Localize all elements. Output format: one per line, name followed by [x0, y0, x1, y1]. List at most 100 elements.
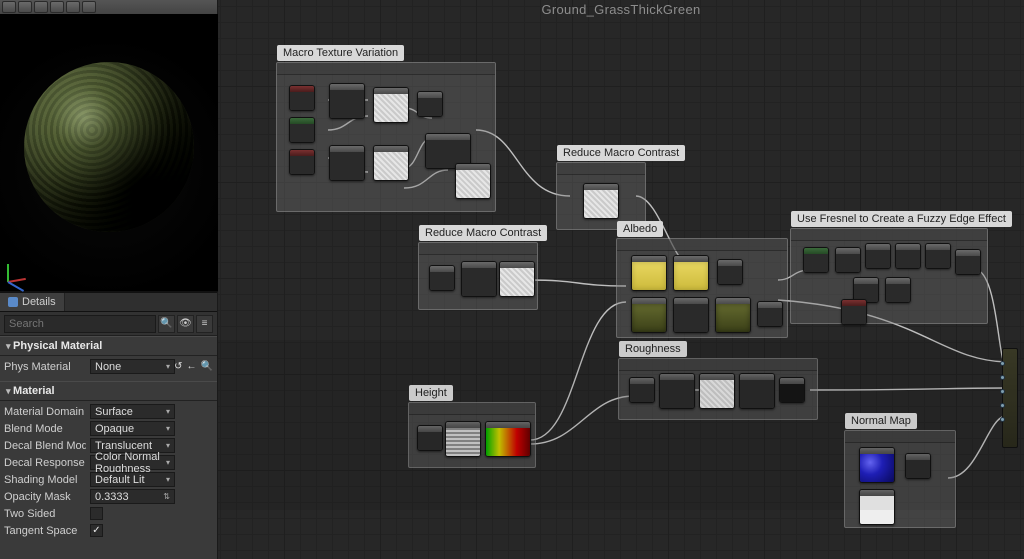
toolbar-button[interactable]	[50, 1, 64, 13]
comment-reduce-macro-contrast-2[interactable]: Reduce Macro Contrast	[418, 242, 538, 310]
number-value: 0.3333	[95, 491, 129, 503]
comment-title: Albedo	[617, 221, 663, 237]
phys-material-dropdown[interactable]: None ▾	[90, 359, 175, 374]
texture-sample-node[interactable]	[499, 261, 535, 297]
comment-reduce-macro-contrast-1[interactable]: Reduce Macro Contrast	[556, 162, 646, 230]
comment-title: Reduce Macro Contrast	[419, 225, 547, 241]
comment-macro-texture-variation[interactable]: Macro Texture Variation	[276, 62, 496, 212]
tab-label: Details	[22, 296, 56, 308]
toolbar-button[interactable]	[66, 1, 80, 13]
graph-node[interactable]	[895, 243, 921, 269]
graph-node[interactable]	[417, 91, 443, 117]
comment-bar	[791, 229, 987, 241]
preview-sphere	[24, 62, 194, 232]
tab-details[interactable]: Details	[0, 293, 65, 311]
graph-node[interactable]	[757, 301, 783, 327]
search-input[interactable]	[4, 315, 156, 333]
search-icon[interactable]: 🔍	[158, 315, 175, 333]
dropdown-value: Color Normal Roughness	[95, 451, 166, 475]
shading-model-dropdown[interactable]: Default Lit ▾	[90, 472, 175, 487]
graph-node[interactable]	[673, 297, 709, 333]
graph-node[interactable]	[865, 243, 891, 269]
chevron-down-icon: ▾	[166, 362, 170, 371]
texture-sample-node[interactable]	[699, 373, 735, 409]
graph-node[interactable]	[925, 243, 951, 269]
graph-title: Ground_GrassThickGreen	[541, 2, 700, 17]
graph-node[interactable]	[289, 85, 315, 111]
graph-node[interactable]	[717, 259, 743, 285]
comment-title: Height	[409, 385, 453, 401]
heightmap-node[interactable]	[445, 421, 481, 457]
chevron-down-icon: ▾	[166, 458, 170, 467]
graph-node[interactable]	[885, 277, 911, 303]
dropdown-value: Default Lit	[95, 474, 145, 486]
graph-node[interactable]	[329, 83, 365, 119]
comment-title: Macro Texture Variation	[277, 45, 404, 61]
graph-node[interactable]	[429, 265, 455, 291]
two-sided-checkbox[interactable]	[90, 507, 103, 520]
comment-title: Use Fresnel to Create a Fuzzy Edge Effec…	[791, 211, 1012, 227]
toolbar-button[interactable]	[2, 1, 16, 13]
comment-fresnel-fuzzy-edge[interactable]: Use Fresnel to Create a Fuzzy Edge Effec…	[790, 228, 988, 324]
category-physical-material[interactable]: Physical Material	[0, 336, 217, 356]
reset-icon[interactable]: ↺	[174, 361, 182, 372]
preview-toolbar	[0, 0, 217, 14]
prop-two-sided: Two Sided	[4, 505, 213, 522]
settings-icon[interactable]: ≡	[196, 315, 213, 333]
material-props: Material Domain Surface ▾ Blend Mode Opa…	[0, 401, 217, 545]
material-output-node[interactable]	[1002, 348, 1018, 448]
comment-bar	[409, 403, 535, 415]
comment-albedo[interactable]: Albedo	[616, 238, 788, 338]
texture-sample-node[interactable]	[373, 145, 409, 181]
tangent-space-checkbox[interactable]: ✓	[90, 524, 103, 537]
texture-sample-node[interactable]	[455, 163, 491, 199]
prop-blend-mode: Blend Mode Opaque ▾	[4, 420, 213, 437]
graph-node[interactable]	[905, 453, 931, 479]
toolbar-button[interactable]	[34, 1, 48, 13]
gradient-node[interactable]	[485, 421, 531, 457]
prop-tangent-space: Tangent Space ✓	[4, 522, 213, 539]
color-node[interactable]	[631, 297, 667, 333]
graph-node[interactable]	[859, 489, 895, 525]
graph-node[interactable]	[955, 249, 981, 275]
comment-bar	[419, 243, 537, 255]
graph-node[interactable]	[841, 299, 867, 325]
prop-label: Two Sided	[4, 508, 86, 520]
left-panel: Details 🔍 👁 ≡ Physical Material Phys Mat…	[0, 0, 218, 559]
find-icon[interactable]: 🔍	[201, 361, 213, 372]
texture-sample-node[interactable]	[373, 87, 409, 123]
view-options-icon[interactable]: 👁	[177, 315, 194, 333]
graph-node[interactable]	[329, 145, 365, 181]
graph-node[interactable]	[629, 377, 655, 403]
decal-response-dropdown[interactable]: Color Normal Roughness ▾	[90, 455, 175, 470]
comment-roughness[interactable]: Roughness	[618, 358, 818, 420]
opacity-mask-input[interactable]: 0.3333 ⇅	[90, 489, 175, 504]
graph-node[interactable]	[289, 149, 315, 175]
category-material[interactable]: Material	[0, 381, 217, 401]
graph-node[interactable]	[289, 117, 315, 143]
graph-node[interactable]	[803, 247, 829, 273]
graph-node[interactable]	[417, 425, 443, 451]
normal-map-node[interactable]	[859, 447, 895, 483]
color-node[interactable]	[715, 297, 751, 333]
prop-material-domain: Material Domain Surface ▾	[4, 403, 213, 420]
material-preview-viewport[interactable]	[0, 14, 218, 292]
comment-height[interactable]: Height	[408, 402, 536, 468]
graph-node[interactable]	[659, 373, 695, 409]
graph-node[interactable]	[739, 373, 775, 409]
material-graph[interactable]: Ground_GrassThickGreen	[218, 0, 1024, 559]
material-domain-dropdown[interactable]: Surface ▾	[90, 404, 175, 419]
color-node[interactable]	[673, 255, 709, 291]
blend-mode-dropdown[interactable]: Opaque ▾	[90, 421, 175, 436]
toolbar-button[interactable]	[18, 1, 32, 13]
graph-node[interactable]	[835, 247, 861, 273]
color-node[interactable]	[631, 255, 667, 291]
graph-node[interactable]	[461, 261, 497, 297]
prop-decal-response: Decal Response Color Normal Roughness ▾	[4, 454, 213, 471]
comment-normal-map[interactable]: Normal Map	[844, 430, 956, 528]
toolbar-button[interactable]	[82, 1, 96, 13]
comment-bar	[277, 63, 495, 75]
graph-node[interactable]	[779, 377, 805, 403]
browse-icon[interactable]: ←	[187, 361, 197, 372]
texture-sample-node[interactable]	[583, 183, 619, 219]
